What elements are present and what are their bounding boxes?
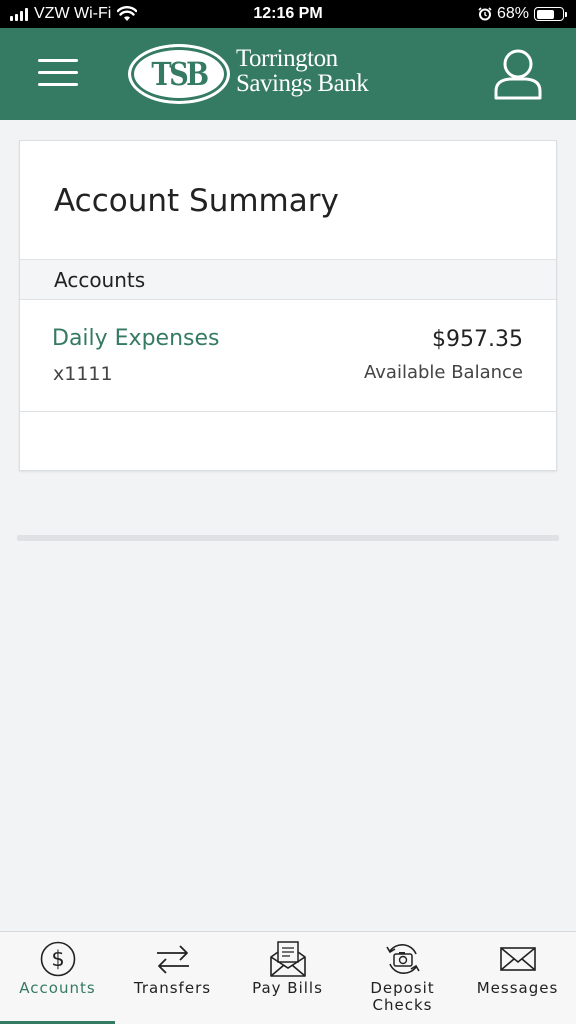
status-bar: VZW Wi-Fi 12:16 PM 68% (0, 0, 576, 28)
tab-messages[interactable]: Messages (460, 932, 576, 1024)
menu-button[interactable] (36, 56, 80, 90)
mail-icon (500, 947, 536, 971)
status-right: 68% (478, 5, 567, 23)
envelope-bill-icon (269, 941, 306, 977)
app-header: TSB Torrington Savings Bank (0, 28, 576, 120)
account-row[interactable]: Daily Expenses x1111 $957.35 Available B… (20, 300, 556, 412)
account-balance: $957.35 (432, 327, 523, 352)
transfer-arrows-icon (156, 945, 189, 974)
tab-label: Accounts (19, 979, 96, 997)
logo-monogram: TSB (151, 55, 209, 93)
account-summary-card: Account Summary Accounts Daily Expenses … (19, 140, 557, 471)
tab-transfers[interactable]: Transfers (115, 932, 230, 1024)
page-title: Account Summary (54, 183, 339, 219)
divider (17, 535, 559, 541)
tab-label: Messages (476, 979, 559, 997)
tab-label: Transfers (133, 979, 212, 997)
tab-deposit-checks[interactable]: Deposit Checks (345, 932, 460, 1024)
camera-refresh-icon (385, 944, 420, 974)
battery-icon (534, 7, 567, 21)
alarm-icon (478, 7, 492, 21)
tab-pay-bills[interactable]: Pay Bills (230, 932, 345, 1024)
tab-bar: $ Accounts Transfers Pay Bills Deposit C… (0, 931, 576, 1024)
profile-icon (494, 49, 542, 100)
battery-percent: 68% (496, 5, 529, 22)
profile-button[interactable] (492, 48, 544, 102)
tab-label: Deposit Checks (370, 979, 435, 1014)
section-label: Accounts (54, 268, 146, 292)
menu-icon (38, 59, 78, 62)
svg-text:$: $ (51, 947, 64, 971)
bank-logo: TSB Torrington Savings Bank (128, 42, 378, 106)
logo-line-2: Savings Bank (236, 70, 369, 97)
tab-accounts[interactable]: $ Accounts (0, 932, 115, 1024)
dollar-circle-icon: $ (40, 941, 75, 977)
account-number: x1111 (53, 363, 113, 385)
logo-text: Torrington Savings Bank (236, 45, 369, 97)
tab-label: Pay Bills (252, 979, 323, 997)
logo-line-1: Torrington (236, 45, 338, 72)
balance-label: Available Balance (364, 362, 523, 383)
accounts-section-header: Accounts (20, 259, 556, 300)
battery-fill (536, 9, 554, 19)
account-name[interactable]: Daily Expenses (52, 326, 219, 351)
